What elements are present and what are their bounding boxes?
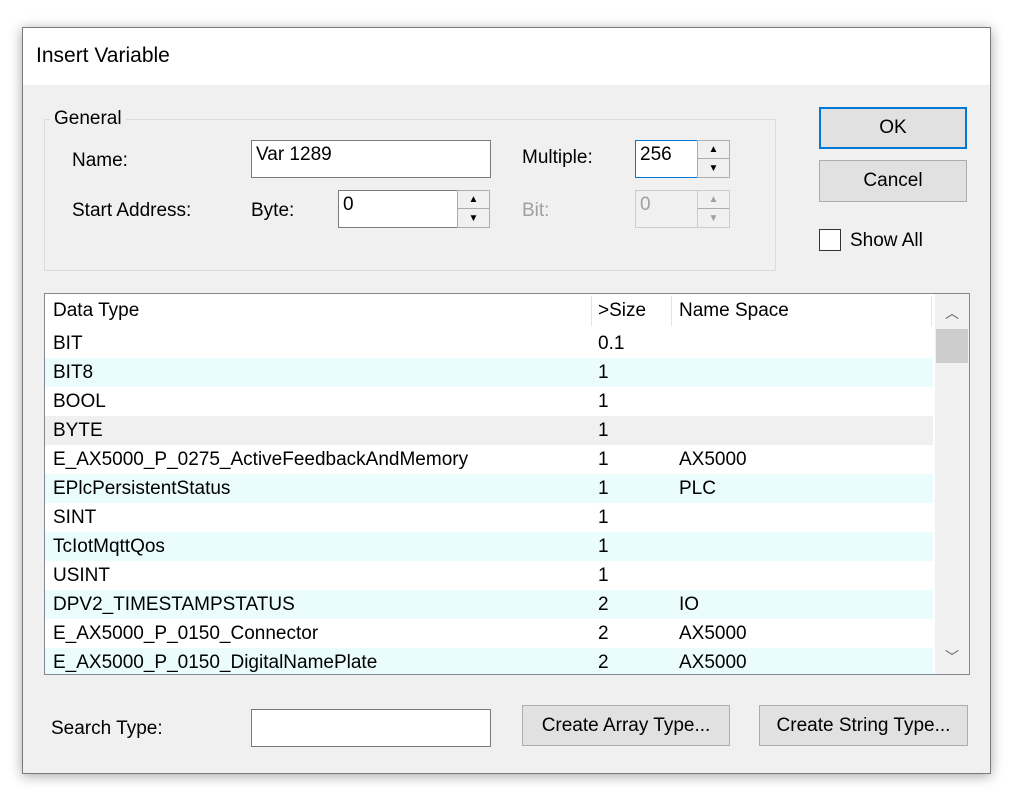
data-type-cell: DPV2_TIMESTAMPSTATUS <box>53 594 295 615</box>
table-row[interactable]: BYTE 1 <box>45 416 933 445</box>
column-header-size[interactable]: >Size <box>598 294 646 328</box>
chevron-down-icon[interactable]: ▼ <box>458 209 489 227</box>
table-row[interactable]: BOOL 1 <box>45 387 933 416</box>
multiple-spinner[interactable]: ▲ ▼ <box>697 140 730 178</box>
show-all-label[interactable]: Show All <box>850 230 923 252</box>
dialog-title: Insert Variable <box>36 44 170 67</box>
bit-label: Bit: <box>522 200 550 221</box>
search-type-label: Search Type: <box>51 718 163 739</box>
multiple-label: Multiple: <box>522 147 593 168</box>
size-cell: 1 <box>598 391 609 412</box>
table-row[interactable]: DPV2_TIMESTAMPSTATUS 2 IO <box>45 590 933 619</box>
list-header: Data Type >Size Name Space <box>45 294 933 328</box>
table-row[interactable]: USINT 1 <box>45 561 933 590</box>
size-cell: 1 <box>598 362 609 383</box>
create-array-type-button[interactable]: Create Array Type... <box>522 705 730 746</box>
column-header-name-space[interactable]: Name Space <box>679 294 789 328</box>
data-type-cell: USINT <box>53 565 110 586</box>
name-space-cell: PLC <box>679 478 716 499</box>
size-cell: 1 <box>598 478 609 499</box>
name-space-cell: IO <box>679 594 700 615</box>
data-type-cell: E_AX5000_P_0150_DigitalNamePlate <box>53 652 378 673</box>
chevron-down-icon: ▼ <box>708 212 719 224</box>
create-string-type-button[interactable]: Create String Type... <box>759 705 968 746</box>
size-cell: 2 <box>598 594 609 615</box>
data-type-cell: BIT <box>53 333 83 354</box>
chevron-up-icon[interactable]: ▲ <box>698 141 729 159</box>
vertical-scrollbar[interactable]: ︿ ﹀ <box>935 294 969 674</box>
bit-spinner: ▲ ▼ <box>697 190 730 228</box>
data-type-cell: BIT8 <box>53 362 94 383</box>
general-group-label: General <box>50 108 126 130</box>
table-row[interactable]: TcIotMqttQos 1 <box>45 532 933 561</box>
table-row[interactable]: E_AX5000_P_0150_Connector 2 AX5000 <box>45 619 933 648</box>
size-cell: 2 <box>598 652 609 673</box>
start-address-label: Start Address: <box>72 200 192 221</box>
table-row[interactable]: E_AX5000_P_0150_DigitalNamePlate 2 AX5000 <box>45 648 933 674</box>
table-row[interactable]: E_AX5000_P_0275_ActiveFeedbackAndMemory 1… <box>45 445 933 474</box>
byte-field[interactable]: 0 <box>338 190 458 228</box>
chevron-up-icon[interactable]: ︿ <box>935 296 969 330</box>
size-cell: 0.1 <box>598 333 625 354</box>
table-row[interactable]: BIT8 1 <box>45 358 933 387</box>
column-divider[interactable] <box>671 296 672 326</box>
table-row[interactable]: BIT 0.1 <box>45 329 933 358</box>
data-type-list[interactable]: Data Type >Size Name Space BIT 0.1 BIT8 1 BO… <box>44 293 970 675</box>
size-cell: 1 <box>598 565 609 586</box>
name-space-cell: AX5000 <box>679 449 747 470</box>
data-type-cell: SINT <box>53 507 97 528</box>
size-cell: 1 <box>598 449 609 470</box>
chevron-down-icon[interactable]: ﹀ <box>935 640 969 674</box>
data-type-cell: EPlcPersistentStatus <box>53 478 231 499</box>
chevron-up-icon: ▲ <box>698 191 729 209</box>
size-cell: 1 <box>598 507 609 528</box>
name-space-cell: AX5000 <box>679 623 747 644</box>
data-type-cell: E_AX5000_P_0275_ActiveFeedbackAndMemory <box>53 449 469 470</box>
multiple-field[interactable]: 256 <box>635 140 698 178</box>
table-row[interactable]: EPlcPersistentStatus 1 PLC <box>45 474 933 503</box>
name-label: Name: <box>72 150 128 171</box>
size-cell: 1 <box>598 536 609 557</box>
insert-variable-dialog: Insert Variable General Name: Var 1289 M… <box>22 27 991 774</box>
column-divider[interactable] <box>591 296 592 326</box>
data-type-cell: BOOL <box>53 391 106 412</box>
bit-field: 0 <box>635 190 698 228</box>
title-bar: Insert Variable <box>23 28 990 85</box>
data-type-cell: E_AX5000_P_0150_Connector <box>53 623 319 644</box>
byte-spinner[interactable]: ▲ ▼ <box>457 190 490 228</box>
show-all-checkbox[interactable] <box>819 229 841 251</box>
chevron-down-icon[interactable]: ▼ <box>698 159 729 177</box>
size-cell: 1 <box>598 420 609 441</box>
byte-label: Byte: <box>251 200 295 221</box>
scrollbar-thumb[interactable] <box>936 329 968 363</box>
search-type-input[interactable] <box>251 709 491 747</box>
column-header-data-type[interactable]: Data Type <box>53 294 139 328</box>
name-space-cell: AX5000 <box>679 652 747 673</box>
data-type-cell: TcIotMqttQos <box>53 536 165 557</box>
name-field[interactable]: Var 1289 <box>251 140 491 178</box>
table-row[interactable]: SINT 1 <box>45 503 933 532</box>
cancel-button[interactable]: Cancel <box>819 160 967 202</box>
column-divider[interactable] <box>931 296 932 326</box>
data-type-cell: BYTE <box>53 420 103 441</box>
ok-button[interactable]: OK <box>819 107 967 149</box>
chevron-up-icon[interactable]: ▲ <box>458 191 489 209</box>
size-cell: 2 <box>598 623 609 644</box>
